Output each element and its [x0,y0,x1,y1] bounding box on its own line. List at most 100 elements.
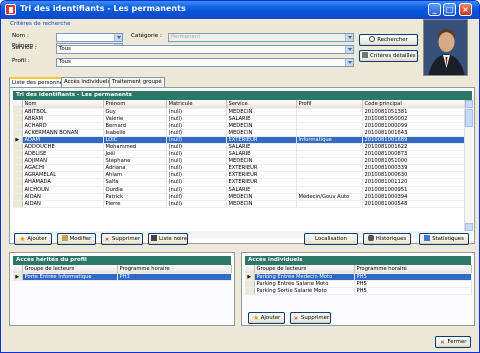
table-cell: (null) [166,115,227,123]
table-cell: (null) [166,200,227,208]
table-cell: AHAMADA [22,178,104,187]
grid-vertical-scrollbar[interactable] [464,100,473,231]
table-row[interactable]: Parking Sortie Salarié Moto PH5 [245,287,472,295]
table-row[interactable]: AIDAN Pierre (null) MEDECIN 2010081000548 [13,200,464,208]
table-cell: Patrick [103,193,167,201]
chevron-down-icon [345,46,353,53]
person-photo [423,19,468,76]
row-indicator [13,129,23,137]
column-header-groupe[interactable]: Groupe de lecteurs [22,265,118,274]
table-cell: 2010081001622 [362,143,464,152]
table-cell: AIDAN [22,200,104,208]
table-row[interactable]: ABRAM Valérie (null) SALARIE 2010081050002 [13,115,464,123]
chart-icon [424,235,431,241]
table-row[interactable]: ADJIMAN Stéphane (null) MEDECIN 201008105100… [13,157,464,166]
table-cell [296,129,363,137]
detailed-criteria-button[interactable]: Critères détaillés [359,50,418,62]
scroll-thumb[interactable] [465,109,473,127]
table-row[interactable]: ADELISE Joël (null) SALARIE 2010081000873 [13,150,464,159]
table-cell: (null) [166,108,227,116]
table-row[interactable]: AHAMADA Salfa (null) EXTERIEUR 2010081001120 [13,178,464,187]
maximize-button[interactable]: □ [443,3,456,16]
column-header-programme[interactable]: Programme horaire [354,265,472,274]
modify-person-button[interactable]: Modifier [57,233,96,245]
table-row[interactable]: AICHOUN Ourdia (null) SALARIE 2010081000951 [13,186,464,194]
close-button[interactable]: ✕ Fermer [435,336,471,348]
column-header-programme[interactable]: Programme horaire [117,265,232,274]
categorie-combo[interactable]: Permanent [168,33,354,42]
table-row[interactable]: ACKERMANN BONAN Isabelle (null) MEDECIN 2010… [13,129,464,137]
star-icon: ★ [252,314,259,322]
row-indicator [13,193,23,201]
table-cell [296,157,363,166]
table-cell: Parking Sortie Salarié Moto [254,287,355,295]
table-row[interactable]: Parking Entrée Salarié Moto PH5 [245,280,472,288]
minimize-button[interactable]: _ [428,3,441,16]
persons-grid[interactable]: Nom Prénom Matricule Service Profil Code… [13,100,464,231]
column-header-matricule[interactable]: Matricule [166,100,227,109]
chevron-down-icon [345,59,353,66]
table-row[interactable]: ▶ Porte Entrée Informatique PH3 [13,273,232,281]
table-cell: Pierre [103,200,167,208]
add-access-button[interactable]: ★ Ajouter [248,312,285,324]
table-cell: Ahlam [103,171,167,180]
row-indicator: ▶ [245,273,255,281]
table-cell: (null) [166,186,227,194]
nom-combo[interactable] [56,33,123,42]
table-cell: Joël [103,150,167,159]
column-header-prenom[interactable]: Prénom [103,100,167,109]
service-label: Service : [12,45,37,51]
delete-person-button[interactable]: ✕ Supprimer [101,233,143,245]
table-row[interactable]: AGRAMELAL Ahlam (null) EXTERIEUR 20100810006… [13,171,464,180]
table-cell: 2010081000339 [362,164,464,173]
column-header-nom[interactable]: Nom [22,100,104,109]
scroll-up-arrow[interactable] [465,100,473,108]
table-cell: 2010081000548 [362,200,464,208]
table-cell: Salfa [103,178,167,187]
table-row[interactable]: ▶ ADAM LOIC (null) EXTERIEUR Informatique 2010… [13,136,464,144]
column-header-profil[interactable]: Profil [296,100,363,109]
tab-acces-individuels[interactable]: Accès individuels [61,77,114,87]
table-cell: 2010081000099 [362,122,464,130]
close-window-button[interactable]: × [459,3,472,16]
table-cell [296,178,363,187]
service-combo[interactable]: Tous [56,45,354,54]
table-row[interactable]: ADDOUCHE Mohammed (null) SALARIE 20100810016… [13,143,464,152]
table-cell: Informatique [296,136,363,144]
table-row[interactable]: AGACHI Adriana (null) EXTERIEUR 201008100033… [13,164,464,173]
table-cell: Mohammed [103,143,167,152]
blacklist-button[interactable]: Liste noire [148,233,188,245]
add-person-button[interactable]: ★ Ajouter [14,233,52,245]
table-cell: ADAM [22,136,104,144]
table-cell: EXTERIEUR [226,136,297,144]
delete-access-button[interactable]: ✕ Supprimer [290,312,331,324]
table-cell: (null) [166,150,227,159]
row-indicator [13,186,23,194]
table-cell: ABRAM [22,115,104,123]
row-indicator: ▶ [13,136,23,144]
table-cell: MEDECIN [226,129,297,137]
scroll-down-arrow[interactable] [465,223,473,231]
column-header-service[interactable]: Service [226,100,297,109]
tab-traitement-groupe[interactable]: Traitement groupé [109,77,165,87]
search-button[interactable]: Rechercher [359,34,418,46]
table-cell: Stéphane [103,157,167,166]
table-row[interactable]: ACHARD Bernard (null) MEDECIN 2010081000099 [13,122,464,130]
table-row[interactable]: ▶ Parking Entrée Medecin Moto PH5 [245,273,472,281]
table-cell [296,143,363,152]
categorie-label: Catégorie : [131,33,162,39]
column-header-groupe[interactable]: Groupe de lecteurs [254,265,355,274]
table-cell: ACKERMANN BONAN [22,129,104,137]
table-row[interactable]: ABITBOL Guy (null) MEDECIN 2010081051381 [13,108,464,116]
historiques-button[interactable]: Historiques [363,233,411,245]
statistiques-button[interactable]: Statistiques [419,233,469,245]
table-cell: SALARIE [226,186,297,194]
table-cell: ACHARD [22,122,104,130]
localisation-button[interactable]: Localisation [304,233,358,245]
table-cell: EXTERIEUR [226,178,297,187]
column-header-code[interactable]: Code principal [362,100,464,109]
table-row[interactable]: AIDAN Patrick (null) MEDECIN Médecin/Gouv Au… [13,193,464,201]
table-cell: SALARIE [226,143,297,152]
profil-combo[interactable]: Tous [56,58,354,67]
table-cell: Adriana [103,164,167,173]
